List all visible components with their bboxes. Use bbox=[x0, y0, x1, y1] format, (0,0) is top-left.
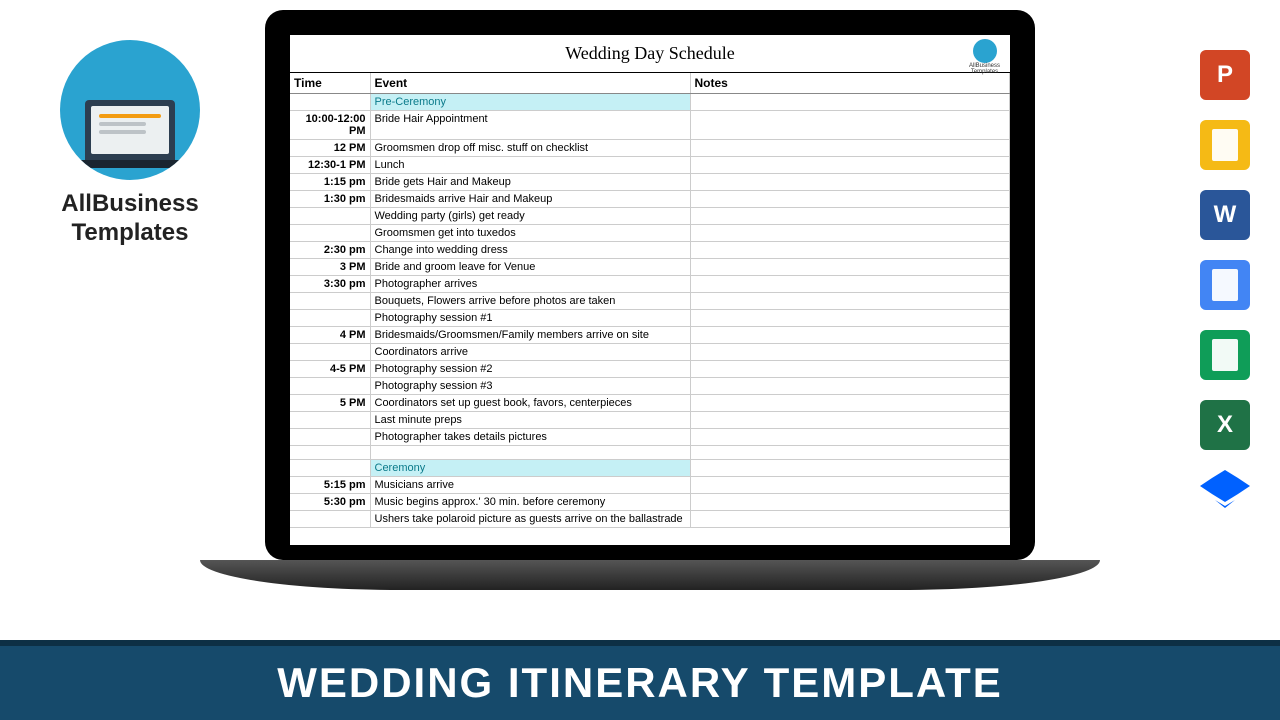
table-row: 10:00-12:00 PMBride Hair Appointment bbox=[290, 111, 1010, 140]
google-sheets-icon[interactable] bbox=[1200, 330, 1250, 380]
table-row: 4 PMBridesmaids/Groomsmen/Family members… bbox=[290, 327, 1010, 344]
table-row: Ushers take polaroid picture as guests a… bbox=[290, 511, 1010, 528]
table-row: 5 PMCoordinators set up guest book, favo… bbox=[290, 395, 1010, 412]
table-row: 3:30 pmPhotographer arrives bbox=[290, 276, 1010, 293]
table-row: 5:30 pmMusic begins approx.' 30 min. bef… bbox=[290, 494, 1010, 511]
schedule-table: Time Event Notes Pre-Ceremony10:00-12:00… bbox=[290, 73, 1010, 528]
table-row: Coordinators arrive bbox=[290, 344, 1010, 361]
col-notes: Notes bbox=[690, 73, 1010, 94]
table-row: 2:30 pmChange into wedding dress bbox=[290, 242, 1010, 259]
document-preview: Wedding Day Schedule AllBusiness Templat… bbox=[290, 35, 1010, 545]
table-row: 3 PMBride and groom leave for Venue bbox=[290, 259, 1010, 276]
table-row: Last minute preps bbox=[290, 412, 1010, 429]
footer-title: WEDDING ITINERARY TEMPLATE bbox=[277, 659, 1003, 707]
laptop-mockup: Wedding Day Schedule AllBusiness Templat… bbox=[265, 10, 1035, 600]
table-row: 4-5 PMPhotography session #2 bbox=[290, 361, 1010, 378]
table-row: 12 PMGroomsmen drop off misc. stuff on c… bbox=[290, 140, 1010, 157]
table-row: Photography session #1 bbox=[290, 310, 1010, 327]
table-row: Photographer takes details pictures bbox=[290, 429, 1010, 446]
laptop-base bbox=[200, 560, 1100, 590]
table-row: 1:15 pmBride gets Hair and Makeup bbox=[290, 174, 1010, 191]
table-row bbox=[290, 446, 1010, 460]
document-brand-badge: AllBusiness Templates bbox=[967, 39, 1002, 74]
dropbox-icon[interactable] bbox=[1200, 470, 1250, 520]
footer-bar: WEDDING ITINERARY TEMPLATE bbox=[0, 640, 1280, 720]
brand-logo-block: AllBusiness Templates bbox=[30, 40, 230, 248]
format-icons-column: P W X bbox=[1200, 50, 1255, 540]
table-row: 1:30 pmBridesmaids arrive Hair and Makeu… bbox=[290, 191, 1010, 208]
google-docs-icon[interactable] bbox=[1200, 260, 1250, 310]
excel-icon[interactable]: X bbox=[1200, 400, 1250, 450]
brand-logo-circle bbox=[60, 40, 200, 180]
document-title: Wedding Day Schedule bbox=[565, 43, 735, 63]
brand-name: AllBusiness Templates bbox=[30, 190, 230, 248]
table-header-row: Time Event Notes bbox=[290, 73, 1010, 94]
table-row: Ceremony bbox=[290, 460, 1010, 477]
table-row: Pre-Ceremony bbox=[290, 94, 1010, 111]
table-row: Photography session #3 bbox=[290, 378, 1010, 395]
table-row: Groomsmen get into tuxedos bbox=[290, 225, 1010, 242]
col-time: Time bbox=[290, 73, 370, 94]
table-row: 5:15 pmMusicians arrive bbox=[290, 477, 1010, 494]
col-event: Event bbox=[370, 73, 690, 94]
table-row: Bouquets, Flowers arrive before photos a… bbox=[290, 293, 1010, 310]
table-row: Wedding party (girls) get ready bbox=[290, 208, 1010, 225]
laptop-icon bbox=[85, 100, 175, 160]
table-row: 12:30-1 PMLunch bbox=[290, 157, 1010, 174]
word-icon[interactable]: W bbox=[1200, 190, 1250, 240]
powerpoint-icon[interactable]: P bbox=[1200, 50, 1250, 100]
google-slides-icon[interactable] bbox=[1200, 120, 1250, 170]
